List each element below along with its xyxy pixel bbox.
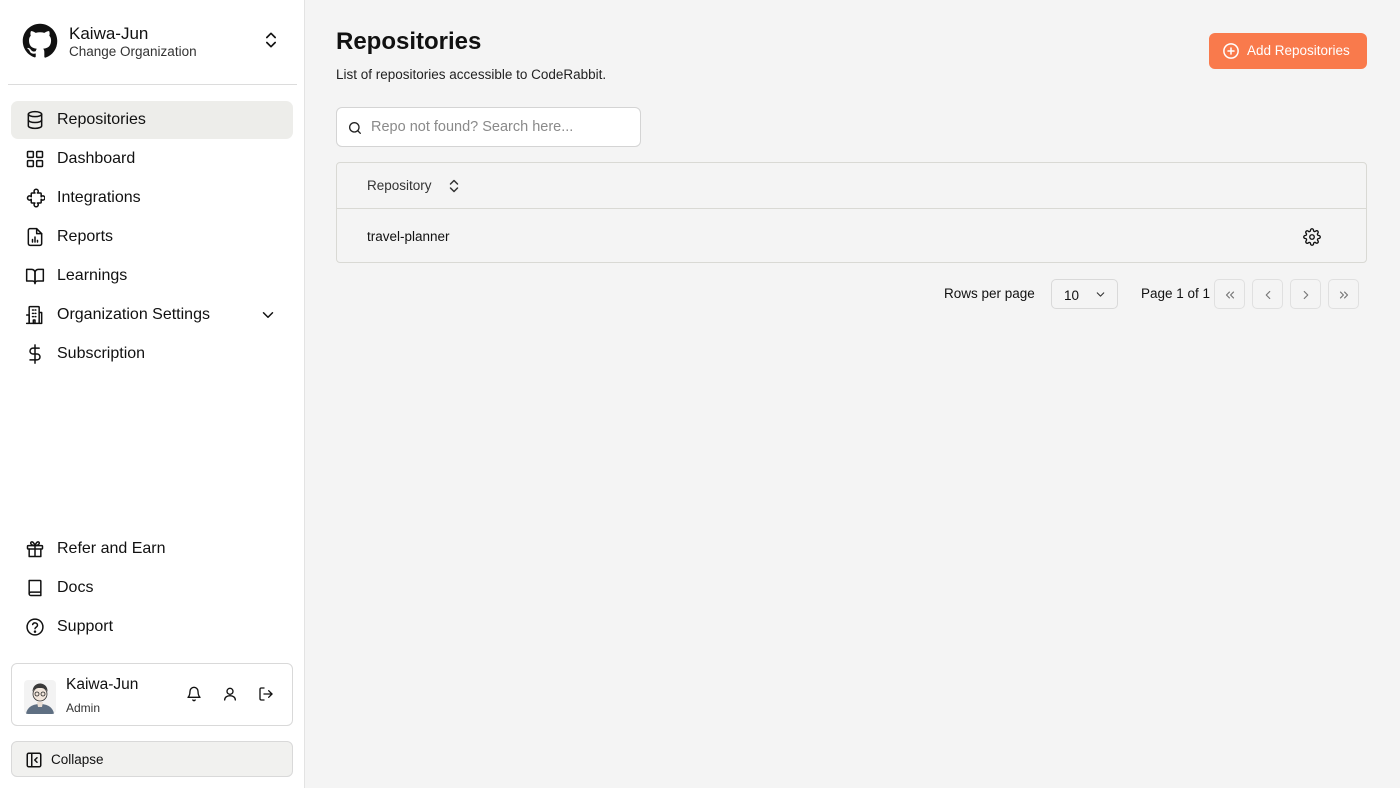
- gift-icon: [25, 539, 45, 559]
- collapse-label: Collapse: [51, 752, 104, 767]
- next-page-button[interactable]: [1290, 279, 1321, 309]
- divider: [8, 84, 297, 85]
- add-repositories-label: Add Repositories: [1247, 43, 1350, 58]
- search-box: [336, 107, 641, 147]
- user-card: Kaiwa-Jun Admin: [11, 663, 293, 726]
- search-input[interactable]: [371, 116, 631, 138]
- chevron-down-icon: [1094, 288, 1107, 301]
- sidebar-item-dashboard[interactable]: Dashboard: [11, 140, 293, 178]
- repository-name[interactable]: travel-planner: [367, 229, 450, 244]
- puzzle-icon: [25, 188, 45, 208]
- github-icon: [22, 23, 58, 59]
- sidebar-nav: Repositories Dashboard Integrations Repo…: [11, 101, 293, 374]
- plus-circle-icon: [1222, 42, 1240, 60]
- repositories-table: Repository travel-planner: [336, 162, 1367, 263]
- gear-icon[interactable]: [1303, 228, 1321, 246]
- change-organization-label: Change Organization: [69, 44, 197, 59]
- sidebar-item-label: Support: [57, 618, 114, 635]
- sidebar-item-refer-and-earn[interactable]: Refer and Earn: [11, 530, 293, 568]
- user-name: Kaiwa-Jun: [66, 676, 139, 693]
- column-header-repository[interactable]: Repository: [367, 178, 432, 193]
- panel-left-close-icon: [25, 751, 43, 769]
- previous-page-button[interactable]: [1252, 279, 1283, 309]
- avatar[interactable]: [24, 680, 56, 714]
- sidebar-item-label: Subscription: [57, 345, 146, 362]
- sidebar-item-label: Reports: [57, 228, 114, 245]
- sidebar-item-reports[interactable]: Reports: [11, 218, 293, 256]
- add-repositories-button[interactable]: Add Repositories: [1209, 33, 1367, 69]
- chevron-left-icon: [1265, 290, 1271, 300]
- report-icon: [25, 227, 45, 247]
- sidebar-item-integrations[interactable]: Integrations: [11, 179, 293, 217]
- rows-per-page-value: 10: [1064, 288, 1080, 303]
- table-header: Repository: [337, 163, 1366, 209]
- database-icon: [25, 110, 45, 130]
- pagination: Rows per page 10 Page 1 of 1: [0, 279, 1400, 309]
- page-subtitle: List of repositories accessible to CodeR…: [336, 67, 607, 82]
- sidebar-item-label: Integrations: [57, 189, 141, 206]
- collapse-button[interactable]: Collapse: [11, 741, 293, 777]
- sidebar: Kaiwa-Jun Change Organization Repositori…: [0, 0, 305, 788]
- first-page-button[interactable]: [1214, 279, 1245, 309]
- user-icon[interactable]: [222, 686, 238, 702]
- chevrons-up-down-icon[interactable]: [261, 30, 281, 50]
- sidebar-item-label: Docs: [57, 579, 94, 596]
- bell-icon[interactable]: [186, 686, 202, 702]
- sidebar-item-label: Dashboard: [57, 150, 136, 167]
- page-title: Repositories: [336, 28, 482, 55]
- sidebar-item-repositories[interactable]: Repositories: [11, 101, 293, 139]
- page-info: Page 1 of 1: [1141, 286, 1211, 301]
- search-icon: [347, 120, 363, 136]
- book-icon: [25, 578, 45, 598]
- table-row[interactable]: travel-planner: [337, 210, 1366, 264]
- sidebar-item-label: Refer and Earn: [57, 540, 166, 557]
- organization-name: Kaiwa-Jun: [69, 24, 149, 43]
- chevrons-left-icon: [1225, 291, 1235, 299]
- chevrons-right-icon: [1339, 291, 1349, 299]
- rows-per-page-select[interactable]: 10: [1051, 279, 1118, 309]
- rows-per-page-label: Rows per page: [944, 286, 1035, 301]
- sort-icon[interactable]: [448, 179, 460, 193]
- grid-icon: [25, 149, 45, 169]
- chevron-right-icon: [1303, 290, 1309, 300]
- sidebar-item-docs[interactable]: Docs: [11, 569, 293, 607]
- last-page-button[interactable]: [1328, 279, 1359, 309]
- organization-switcher[interactable]: Kaiwa-Jun Change Organization: [0, 0, 305, 84]
- logout-icon[interactable]: [258, 686, 274, 702]
- help-circle-icon: [25, 617, 45, 637]
- dollar-icon: [25, 344, 45, 364]
- sidebar-footer-nav: Refer and Earn Docs Support: [11, 530, 293, 647]
- sidebar-item-subscription[interactable]: Subscription: [11, 335, 293, 373]
- user-role: Admin: [66, 701, 101, 715]
- sidebar-item-label: Repositories: [57, 111, 146, 128]
- sidebar-item-support[interactable]: Support: [11, 608, 293, 646]
